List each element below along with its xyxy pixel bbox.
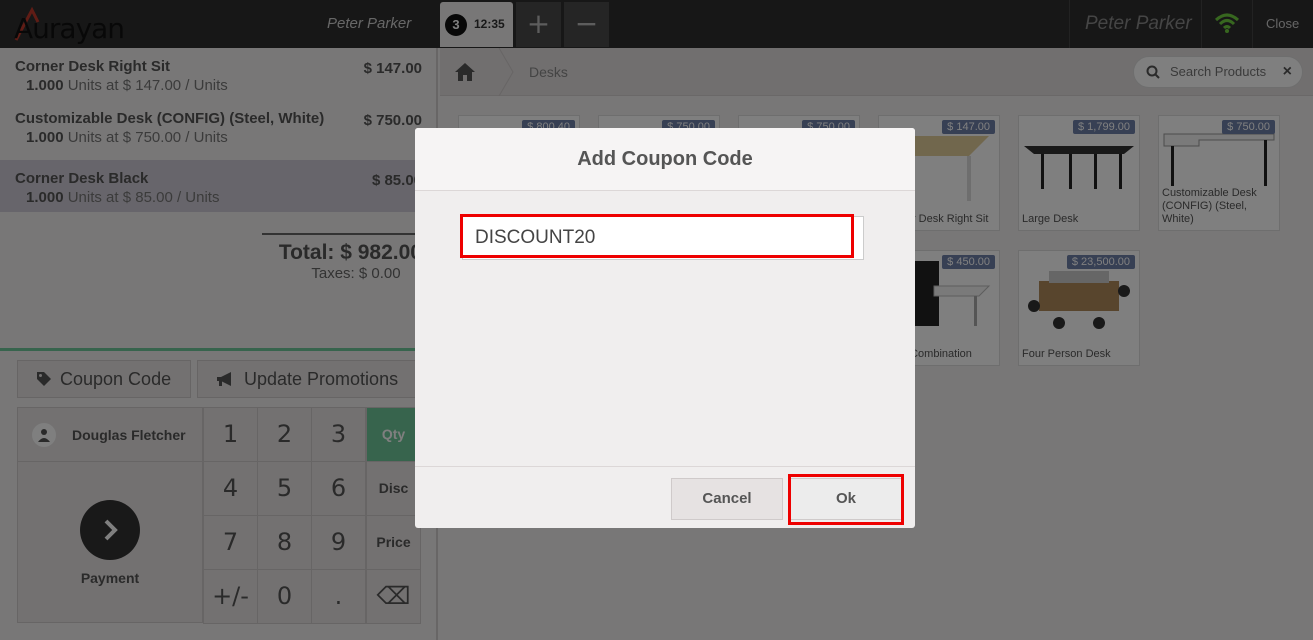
ok-button[interactable]: Ok	[790, 478, 902, 520]
coupon-code-input[interactable]	[462, 216, 864, 260]
cancel-button[interactable]: Cancel	[671, 478, 783, 520]
dialog-title: Add Coupon Code	[415, 128, 915, 191]
dialog-footer: Cancel Ok	[415, 466, 915, 528]
add-coupon-dialog: Add Coupon Code Cancel Ok	[415, 128, 915, 528]
